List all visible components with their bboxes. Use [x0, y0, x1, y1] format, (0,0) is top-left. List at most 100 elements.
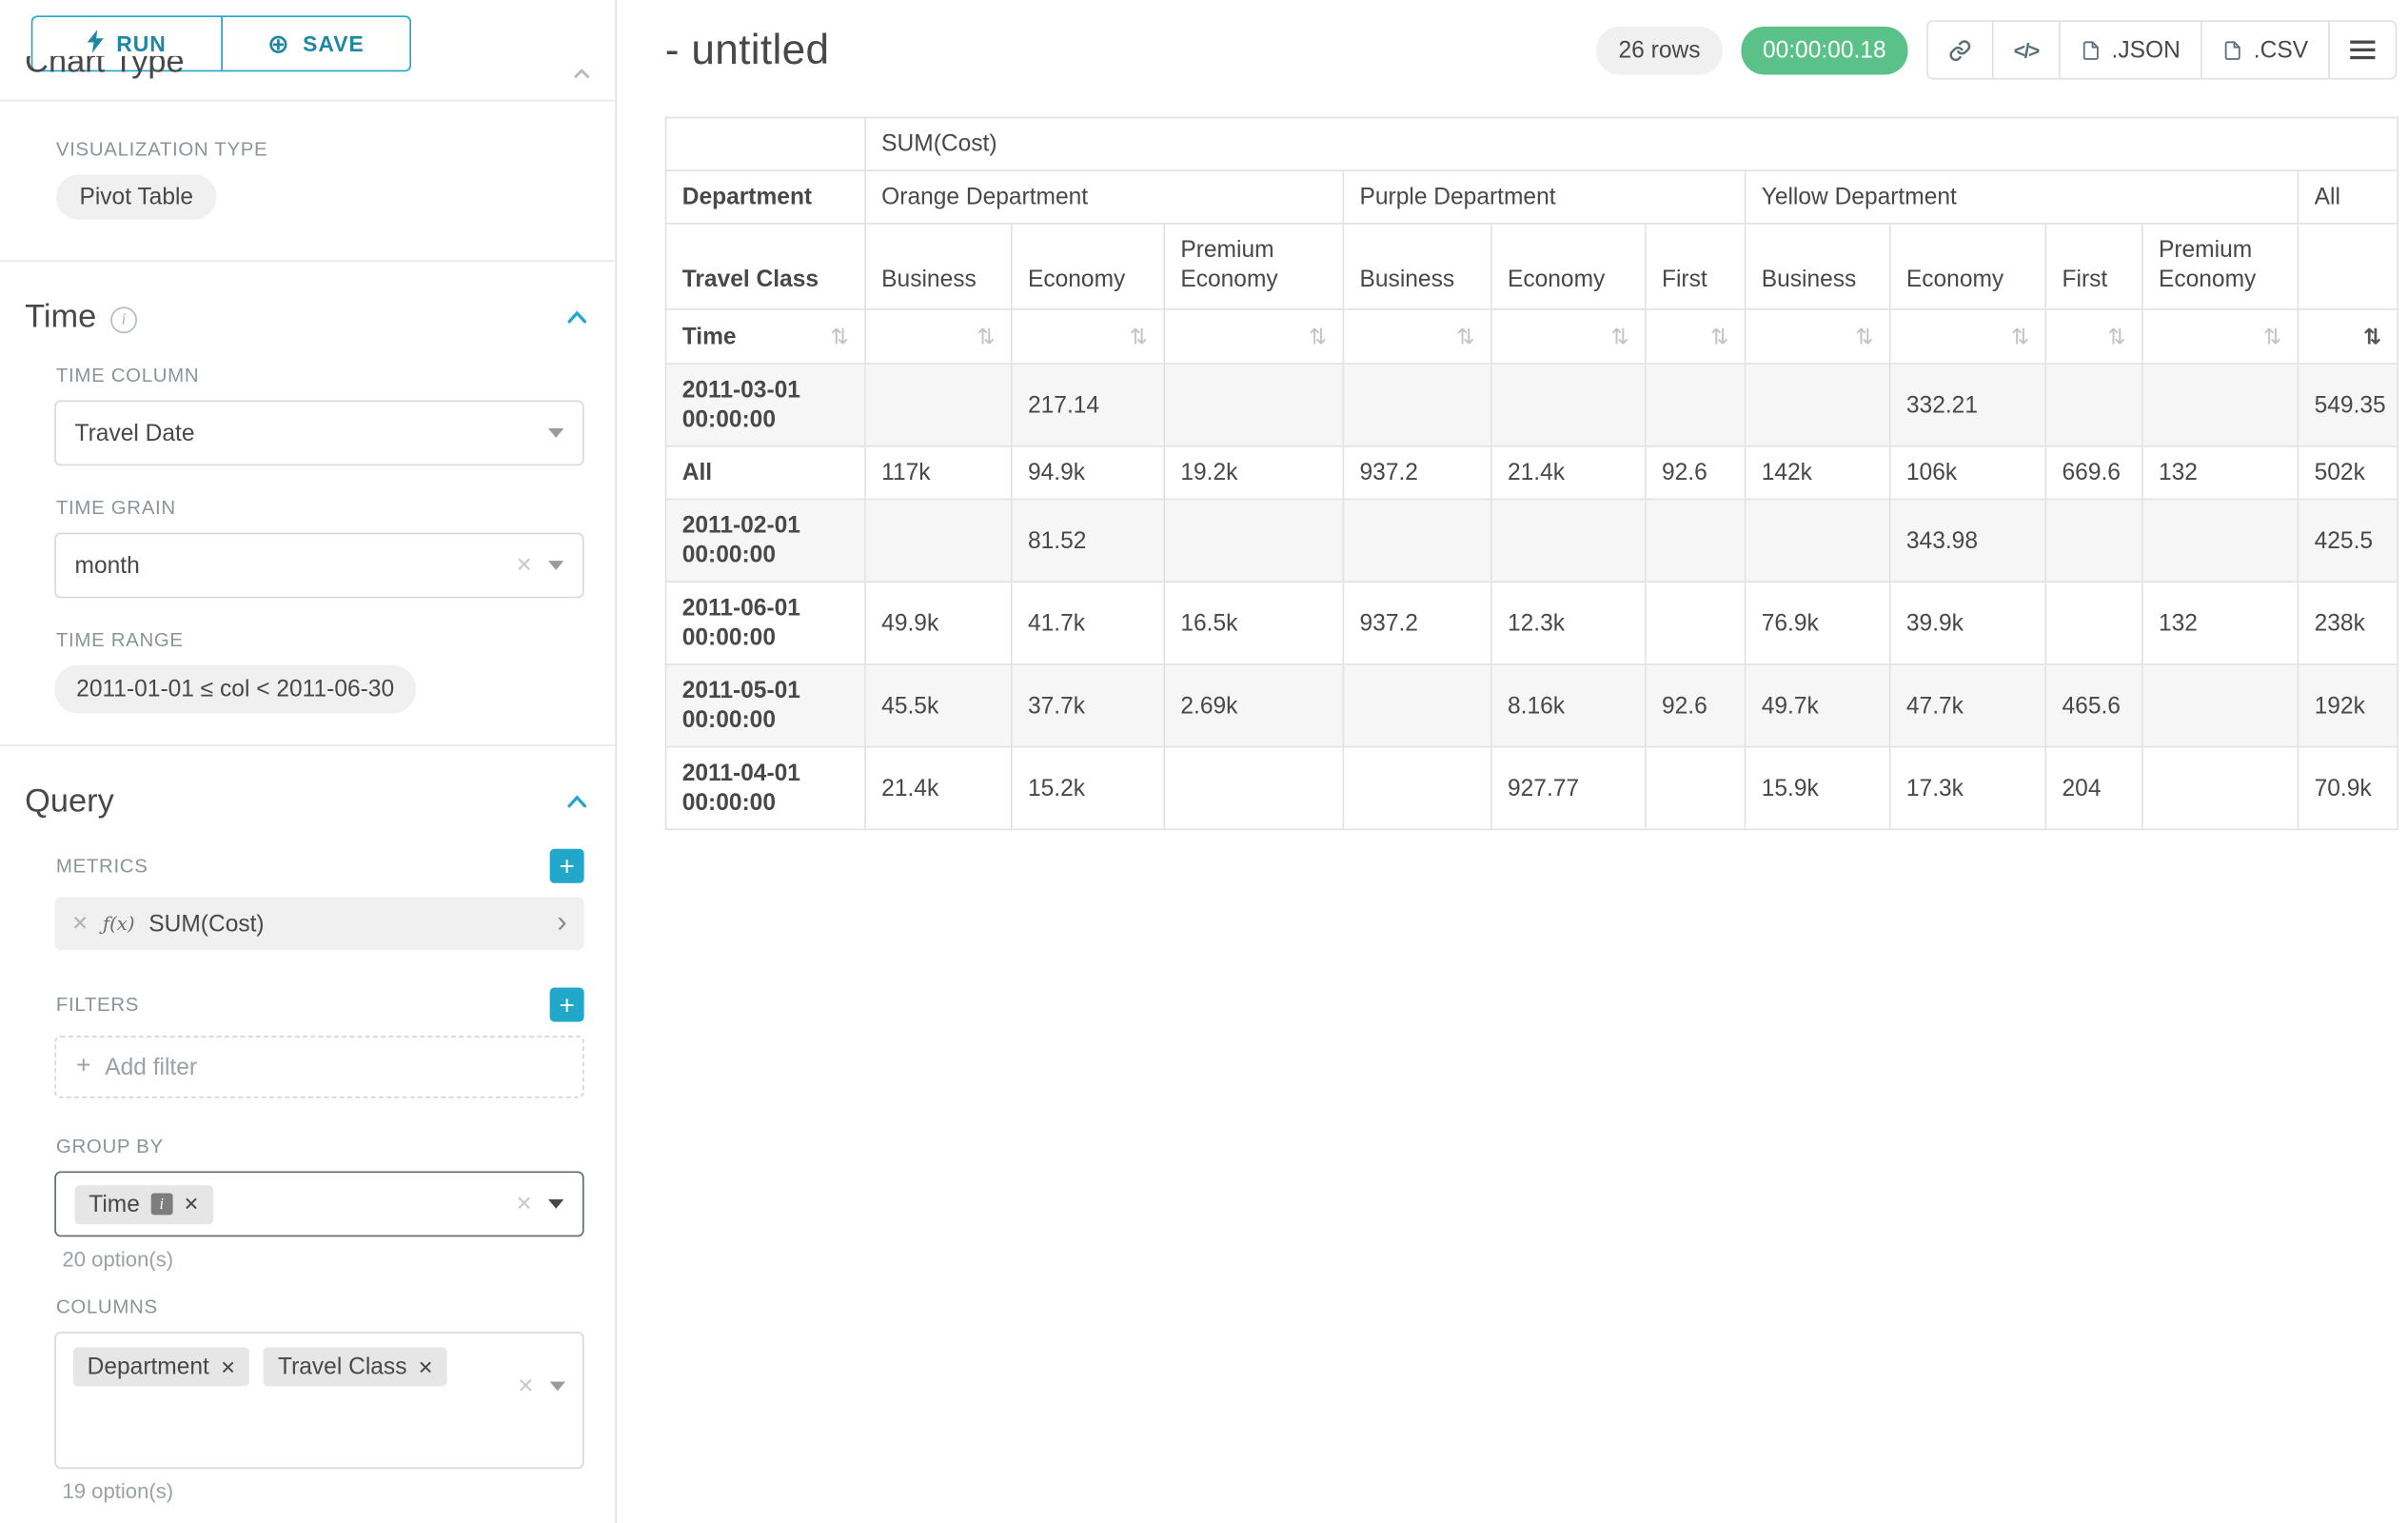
sort-column-cell: ⇅ [1012, 309, 1164, 364]
travel-class-column-header: Premium Economy [2142, 224, 2299, 309]
pivot-table-body: 2011-03-01 00:00:00217.14332.21549.35All… [666, 364, 2398, 829]
csv-button-label: .CSV [2254, 36, 2308, 63]
data-cell [865, 499, 1012, 582]
data-cell: 94.9k [1012, 446, 1164, 500]
sort-icon[interactable]: ⇅ [2107, 322, 2125, 351]
add-filter-dropzone[interactable]: + Add filter [54, 1036, 583, 1098]
download-csv-button[interactable]: .CSV [2201, 20, 2330, 79]
copy-link-button[interactable] [1926, 20, 1993, 79]
data-cell [2142, 747, 2299, 830]
travel-class-axis-label: Travel Class [666, 224, 865, 309]
data-cell: 81.52 [1012, 499, 1164, 582]
data-cell [2142, 664, 2299, 747]
group-by-tag: Time i ✕ [75, 1184, 213, 1223]
travel-class-column-header: Premium Economy [1164, 224, 1343, 309]
remove-metric-icon[interactable]: ✕ [71, 911, 89, 936]
column-info-icon: i [150, 1193, 172, 1215]
data-cell [1646, 582, 1746, 664]
columns-label: COLUMNS [56, 1296, 584, 1317]
columns-option-count: 19 option(s) [62, 1480, 583, 1504]
query-section-header[interactable]: Query [25, 783, 587, 821]
sort-icon[interactable]: ⇅ [1309, 322, 1327, 351]
metric-item[interactable]: ✕ ƒ(x) SUM(Cost) › [54, 898, 583, 951]
data-cell: 927.77 [1491, 747, 1646, 830]
data-cell: 238k [2298, 582, 2398, 664]
plus-icon: + [76, 1053, 90, 1080]
columns-tag: Travel Class ✕ [264, 1347, 447, 1386]
sort-column-cell: ⇅ [1746, 309, 1890, 364]
travel-class-header-row: Travel Class BusinessEconomyPremium Econ… [666, 224, 2398, 309]
time-grain-label: TIME GRAIN [56, 497, 553, 519]
remove-tag-icon[interactable]: ✕ [184, 1193, 199, 1215]
group-by-select[interactable]: Time i ✕ ✕ [54, 1172, 583, 1237]
section-divider [0, 100, 615, 102]
chevron-down-icon [548, 428, 563, 438]
save-button[interactable]: ⊕ SAVE [221, 15, 411, 71]
collapse-chart-type-icon[interactable] [573, 59, 590, 84]
data-cell: 132 [2142, 582, 2299, 664]
chevron-right-icon: › [557, 907, 566, 937]
row-label: 2011-05-01 00:00:00 [666, 664, 865, 747]
sort-icon[interactable]: ⇅ [1855, 322, 1873, 351]
chart-title: - untitled [665, 26, 830, 74]
sort-icon[interactable]: ⇅ [1710, 322, 1728, 351]
sort-icon-active[interactable]: ⇅ [2363, 322, 2381, 351]
data-cell [2142, 364, 2299, 446]
sort-icon[interactable]: ⇅ [1456, 322, 1474, 351]
remove-tag-icon[interactable]: ✕ [220, 1355, 235, 1377]
sort-icon[interactable]: ⇅ [977, 322, 995, 351]
chart-area: - untitled 26 rows 00:00:00.18 </> [617, 0, 2408, 1523]
section-divider [0, 744, 615, 746]
visualization-type-pill[interactable]: Pivot Table [56, 174, 217, 219]
file-icon [2081, 38, 2101, 62]
view-query-button[interactable]: </> [1992, 20, 2061, 79]
data-cell [1746, 364, 1890, 446]
collapse-query-icon[interactable] [567, 788, 587, 816]
data-cell: 47.7k [1890, 664, 2046, 747]
chart-type-title: Chart Type [25, 56, 184, 83]
control-panel: RUN ⊕ SAVE Chart Type VISUALIZATION TYPE… [0, 0, 617, 1523]
sort-icon[interactable]: ⇅ [831, 322, 849, 351]
time-section-header[interactable]: Time i [25, 299, 587, 336]
lightning-icon [87, 30, 104, 57]
sort-icon[interactable]: ⇅ [1610, 322, 1628, 351]
sort-icon[interactable]: ⇅ [2263, 322, 2281, 351]
department-header-cell: Purple Department [1343, 170, 1745, 224]
add-filter-button[interactable]: + [550, 987, 584, 1021]
remove-tag-icon[interactable]: ✕ [418, 1355, 433, 1377]
travel-class-column-header: Business [1343, 224, 1490, 309]
clear-icon[interactable]: ✕ [517, 1374, 534, 1398]
sort-icon[interactable]: ⇅ [2011, 322, 2029, 351]
columns-select[interactable]: Department ✕ Travel Class ✕ ✕ [54, 1332, 583, 1469]
data-cell: 21.4k [1491, 446, 1646, 500]
group-by-option-count: 20 option(s) [62, 1248, 583, 1272]
sort-icon[interactable]: ⇅ [1130, 322, 1148, 351]
clear-icon[interactable]: ✕ [516, 1192, 533, 1216]
data-cell [2045, 499, 2142, 582]
sort-column-cell: ⇅ [2298, 309, 2398, 364]
data-cell [2045, 364, 2142, 446]
add-metric-button[interactable]: + [550, 849, 584, 883]
data-cell: 332.21 [1890, 364, 2046, 446]
table-row: 2011-02-01 00:00:0081.52343.98425.5 [666, 499, 2398, 582]
section-divider [0, 260, 615, 262]
data-cell: 92.6 [1646, 664, 1746, 747]
collapse-time-icon[interactable] [567, 304, 587, 331]
download-json-button[interactable]: .JSON [2059, 20, 2202, 79]
data-cell: 204 [2045, 747, 2142, 830]
sort-column-cell: ⇅ [1890, 309, 2046, 364]
clear-icon[interactable]: ✕ [516, 553, 533, 578]
explore-view: RUN ⊕ SAVE Chart Type VISUALIZATION TYPE… [0, 0, 2408, 1523]
data-cell: 21.4k [865, 747, 1012, 830]
menu-button[interactable] [2328, 20, 2397, 79]
time-grain-select[interactable]: month ✕ [54, 533, 583, 599]
time-range-pill[interactable]: 2011-01-01 ≤ col < 2011-06-30 [54, 665, 416, 714]
travel-class-column-header: Business [865, 224, 1012, 309]
time-column-label: TIME COLUMN [56, 365, 553, 386]
data-cell: 8.16k [1491, 664, 1646, 747]
time-column-select[interactable]: Travel Date [54, 401, 583, 466]
time-section-title: Time [25, 299, 96, 336]
metrics-label: METRICS [56, 855, 148, 877]
travel-class-column-header: Economy [1012, 224, 1164, 309]
sort-row: Time ⇅ ⇅⇅⇅⇅⇅⇅⇅⇅⇅⇅⇅ [666, 309, 2398, 364]
